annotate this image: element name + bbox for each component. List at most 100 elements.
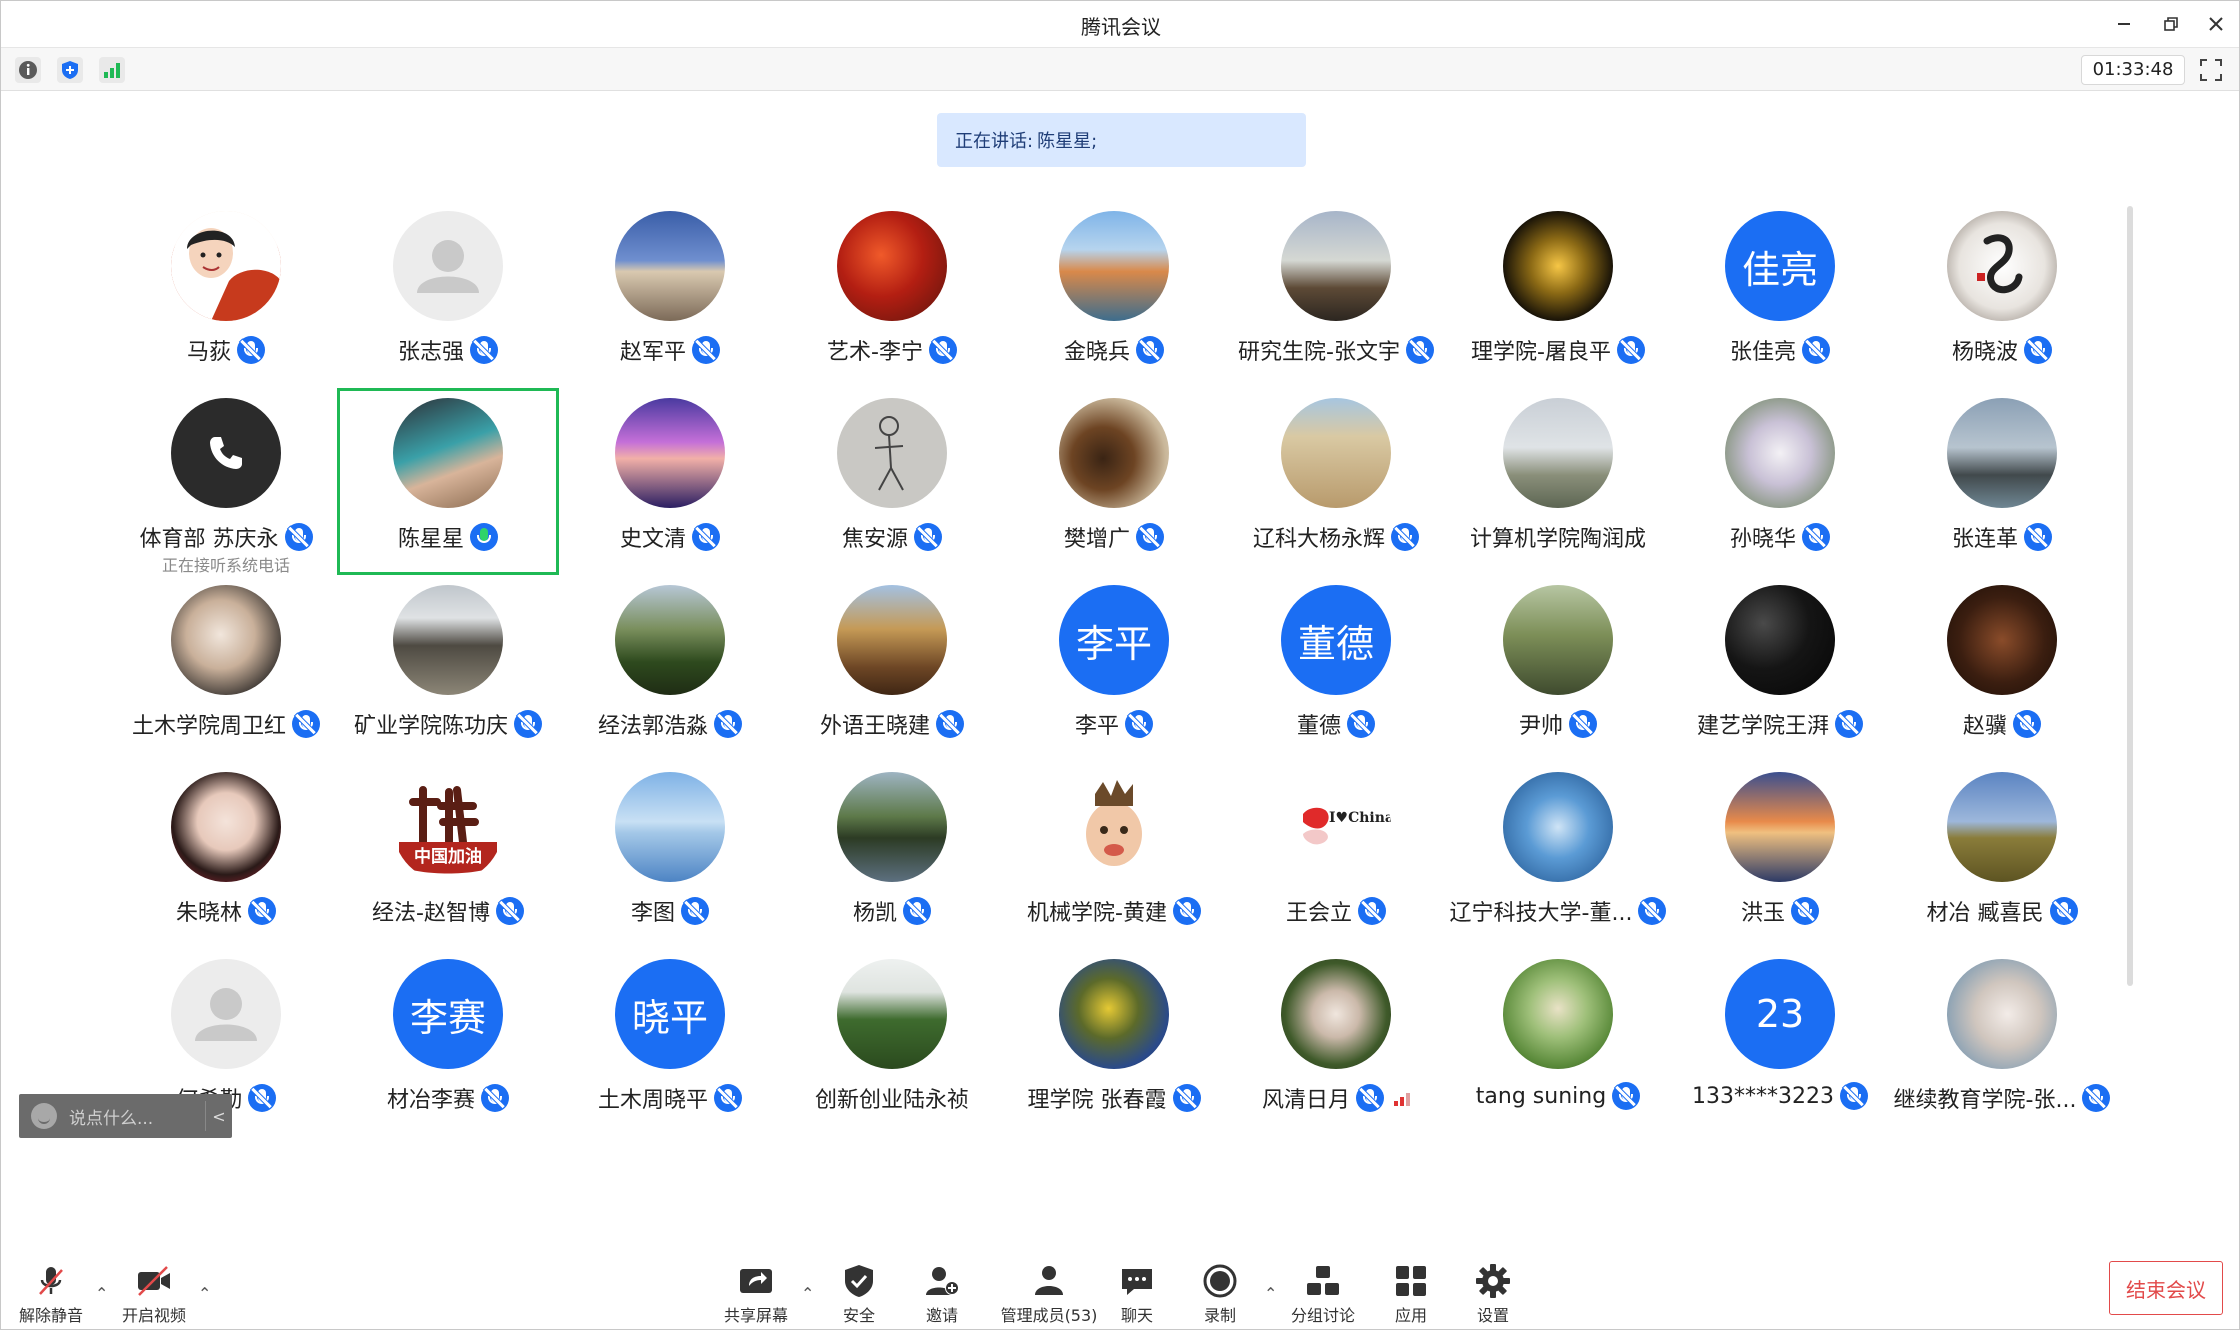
participant-name-row: 建艺学院王湃 [1669,708,1891,740]
participant-tile[interactable]: 陈星星 [337,388,559,575]
chat-quick-input[interactable]: 说点什么... < [19,1094,232,1138]
minimize-icon[interactable] [2109,9,2139,39]
avatar-initials: 李平 [1075,621,1152,666]
participant-tile[interactable]: 李赛 材冶李赛 [337,949,559,1136]
participant-avatar: 佳亮 [1725,211,1835,321]
participant-tile[interactable]: 杨凯 [781,762,1003,949]
participant-avatar: I♥China [1281,772,1391,882]
participant-tile[interactable]: 外语王晓建 [781,575,1003,762]
settings-button[interactable]: 设置 [1448,1262,1538,1326]
participant-name: 孙晓华 [1729,527,1796,552]
participant-name: 经法郭浩淼 [597,714,708,739]
participant-name-row: 材冶 臧喜民 [1891,895,2113,927]
participant-tile[interactable]: 马荻 [115,201,337,388]
video-options-chevron-icon[interactable]: ⌃ [198,1284,211,1303]
participant-name-row: 史文清 [559,521,781,553]
participant-tile[interactable]: 经法郭浩淼 [559,575,781,762]
participant-tile[interactable]: 孙晓华 [1669,388,1891,575]
microphone-muted-icon [681,897,709,925]
participant-avatar [837,398,947,508]
fullscreen-icon[interactable] [2199,58,2223,82]
restore-icon[interactable] [2156,9,2186,39]
participant-tile[interactable]: 洪玉 [1669,762,1891,949]
participant-tile[interactable]: 矿业学院陈功庆 [337,575,559,762]
microphone-muted-icon [495,897,524,925]
participant-tile[interactable]: 建艺学院王湃 [1669,575,1891,762]
participant-name-row: 金晓兵 [1003,334,1225,366]
start-video-label: 开启视频 [121,1306,186,1325]
end-meeting-button[interactable]: 结束会议 [2109,1261,2223,1315]
participant-tile[interactable]: 土木学院周卫红 [115,575,337,762]
participant-tile[interactable]: 朱晓林 [115,762,337,949]
microphone-muted-icon [1172,1084,1201,1112]
participant-tile[interactable]: 晓平 土木周晓平 [559,949,781,1136]
participant-tile[interactable]: 理学院-屠良平 [1447,201,1669,388]
participant-name-row: 土木周晓平 [559,1082,781,1114]
participant-tile[interactable]: I♥China 王会立 [1225,762,1447,949]
record-options-chevron-icon[interactable]: ⌃ [1264,1284,1277,1303]
participant-name: 理学院-屠良平 [1471,340,1611,365]
participant-tile[interactable]: 创新创业陆永祯 [781,949,1003,1136]
participant-tile[interactable]: 佳亮 张佳亮 [1669,201,1891,388]
participant-tile[interactable]: 23 133****3223 [1669,949,1891,1136]
participant-tile[interactable]: 中国加油 经法-赵智博 [337,762,559,949]
emoji-icon[interactable] [31,1103,57,1129]
participant-tile[interactable]: 李图 [559,762,781,949]
participant-tile[interactable]: 风清日月 [1225,949,1447,1136]
participant-name-row: 朱晓林 [115,895,337,927]
participant-name: 张志强 [397,340,464,365]
participant-tile[interactable]: 焦安源 [781,388,1003,575]
security-button[interactable]: 安全 [814,1262,904,1326]
manage-members-button[interactable]: 管理成员(53) [994,1262,1104,1326]
participant-tile[interactable]: 金晓兵 [1003,201,1225,388]
participant-tile[interactable]: 樊增广 [1003,388,1225,575]
participant-tile[interactable]: 体育部 苏庆永 正在接听系统电话 [115,388,337,575]
participant-tile[interactable]: 机械学院-黄建 [1003,762,1225,949]
participant-name: 材冶李赛 [386,1088,475,1113]
shield-icon[interactable] [57,57,83,83]
participant-tile[interactable]: 研究生院-张文宇 [1225,201,1447,388]
participant-name: 土木学院周卫红 [131,714,286,739]
collapse-chat-icon[interactable]: < [206,1107,232,1126]
participant-tile[interactable]: 张志强 [337,201,559,388]
participant-tile[interactable]: 理学院 张春霞 [1003,949,1225,1136]
microphone-muted-icon [1405,336,1434,364]
participant-tile[interactable]: 材冶 臧喜民 [1891,762,2113,949]
speaking-names: 陈星星; [1037,131,1098,152]
participant-tile[interactable]: 史文清 [559,388,781,575]
record-button[interactable]: 录制 [1175,1262,1265,1326]
microphone-muted-icon [237,336,265,364]
microphone-muted-icon [248,897,276,925]
participant-name: 朱晓林 [175,901,242,926]
participant-name: 金晓兵 [1063,340,1130,365]
participant-tile[interactable]: 赵军平 [559,201,781,388]
participant-tile[interactable]: 杨晓波 [1891,201,2113,388]
participant-tile[interactable]: 董德 董德 [1225,575,1447,762]
share-options-chevron-icon[interactable]: ⌃ [801,1284,814,1303]
participant-tile[interactable]: 李平 李平 [1003,575,1225,762]
close-icon[interactable] [2201,9,2231,39]
participant-tile[interactable]: 张连革 [1891,388,2113,575]
participant-tile[interactable]: 赵骥 [1891,575,2113,762]
share-screen-button[interactable]: 共享屏幕 [711,1262,801,1326]
chat-button[interactable]: 聊天 [1092,1262,1182,1326]
participant-tile[interactable]: 计算机学院陶润成 [1447,388,1669,575]
invite-button[interactable]: 邀请 [897,1262,987,1326]
participant-tile[interactable]: 辽宁科技大学-董... [1447,762,1669,949]
start-video-button[interactable]: 开启视频 [109,1262,199,1326]
microphone-muted-icon [1136,523,1164,551]
participant-tile[interactable]: 继续教育学院-张... [1891,949,2113,1136]
chat-placeholder: 说点什么... [69,1108,154,1129]
apps-button[interactable]: 应用 [1366,1262,1456,1326]
participant-tile[interactable]: 辽科大杨永辉 [1225,388,1447,575]
breakout-rooms-button[interactable]: 分组讨论 [1278,1262,1368,1326]
audio-options-chevron-icon[interactable]: ⌃ [95,1284,108,1303]
grid-scrollbar[interactable] [2127,206,2133,986]
unmute-button[interactable]: 解除静音 [6,1262,96,1326]
participant-tile[interactable]: 艺术-李宁 [781,201,1003,388]
participant-tile[interactable]: tang suning [1447,949,1669,1136]
china-map-icon: I♥China [1281,772,1391,882]
signal-bars-icon[interactable] [99,57,125,83]
participant-tile[interactable]: 尹帅 [1447,575,1669,762]
info-icon[interactable] [15,57,41,83]
